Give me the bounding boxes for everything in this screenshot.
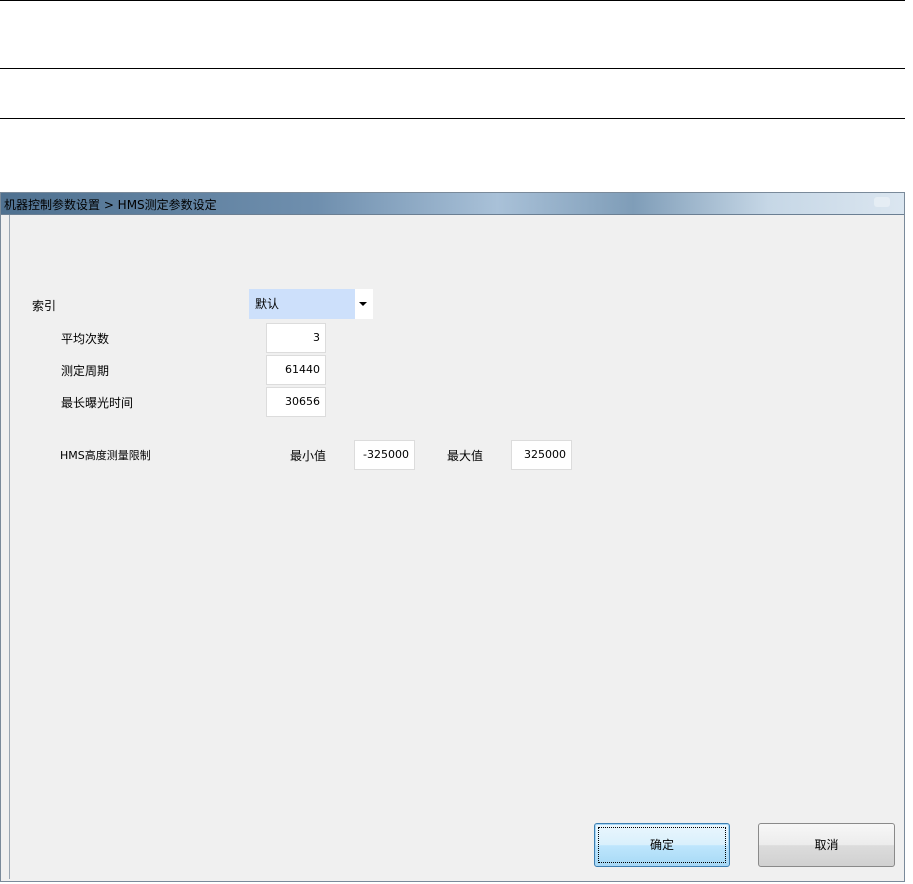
max-exposure-label: 最长曝光时间 — [61, 396, 134, 410]
measure-period-input[interactable]: 61440 — [266, 355, 326, 385]
ok-button[interactable]: 确定 — [594, 823, 730, 867]
measure-period-label: 测定周期 — [61, 364, 110, 378]
index-selected-value: 默认 — [249, 289, 355, 319]
hms-settings-dialog: 机器控制参数设置 > HMS测定参数设定 索引 默认 平均次数 3 测定周期 6… — [0, 192, 905, 882]
page: 机器控制参数设置 > HMS测定参数设定 索引 默认 平均次数 3 测定周期 6… — [0, 0, 913, 884]
top-rule — [0, 0, 905, 1]
avg-count-label: 平均次数 — [61, 332, 110, 346]
hms-max-input[interactable]: 325000 — [511, 440, 572, 470]
title-bar[interactable]: 机器控制参数设置 > HMS测定参数设定 — [1, 193, 904, 215]
chevron-down-icon[interactable] — [359, 302, 367, 306]
focus-rect — [598, 827, 726, 863]
index-label: 索引 — [32, 299, 57, 313]
bottom-rule — [0, 118, 905, 119]
dialog-title: 机器控制参数设置 > HMS测定参数设定 — [4, 198, 217, 212]
close-icon[interactable] — [874, 197, 890, 207]
panel-edge — [9, 215, 10, 879]
max-exposure-input[interactable]: 30656 — [266, 387, 326, 417]
cancel-button[interactable]: 取消 — [758, 823, 895, 867]
middle-rule — [0, 68, 905, 69]
hms-limit-label: HMS高度测量限制 — [60, 449, 151, 462]
hms-min-label: 最小值 — [290, 449, 327, 463]
hms-max-label: 最大值 — [447, 449, 484, 463]
cancel-button-label: 取消 — [814, 838, 839, 852]
avg-count-input[interactable]: 3 — [266, 323, 326, 353]
hms-min-input[interactable]: -325000 — [354, 440, 415, 470]
index-dropdown[interactable]: 默认 — [249, 289, 373, 319]
